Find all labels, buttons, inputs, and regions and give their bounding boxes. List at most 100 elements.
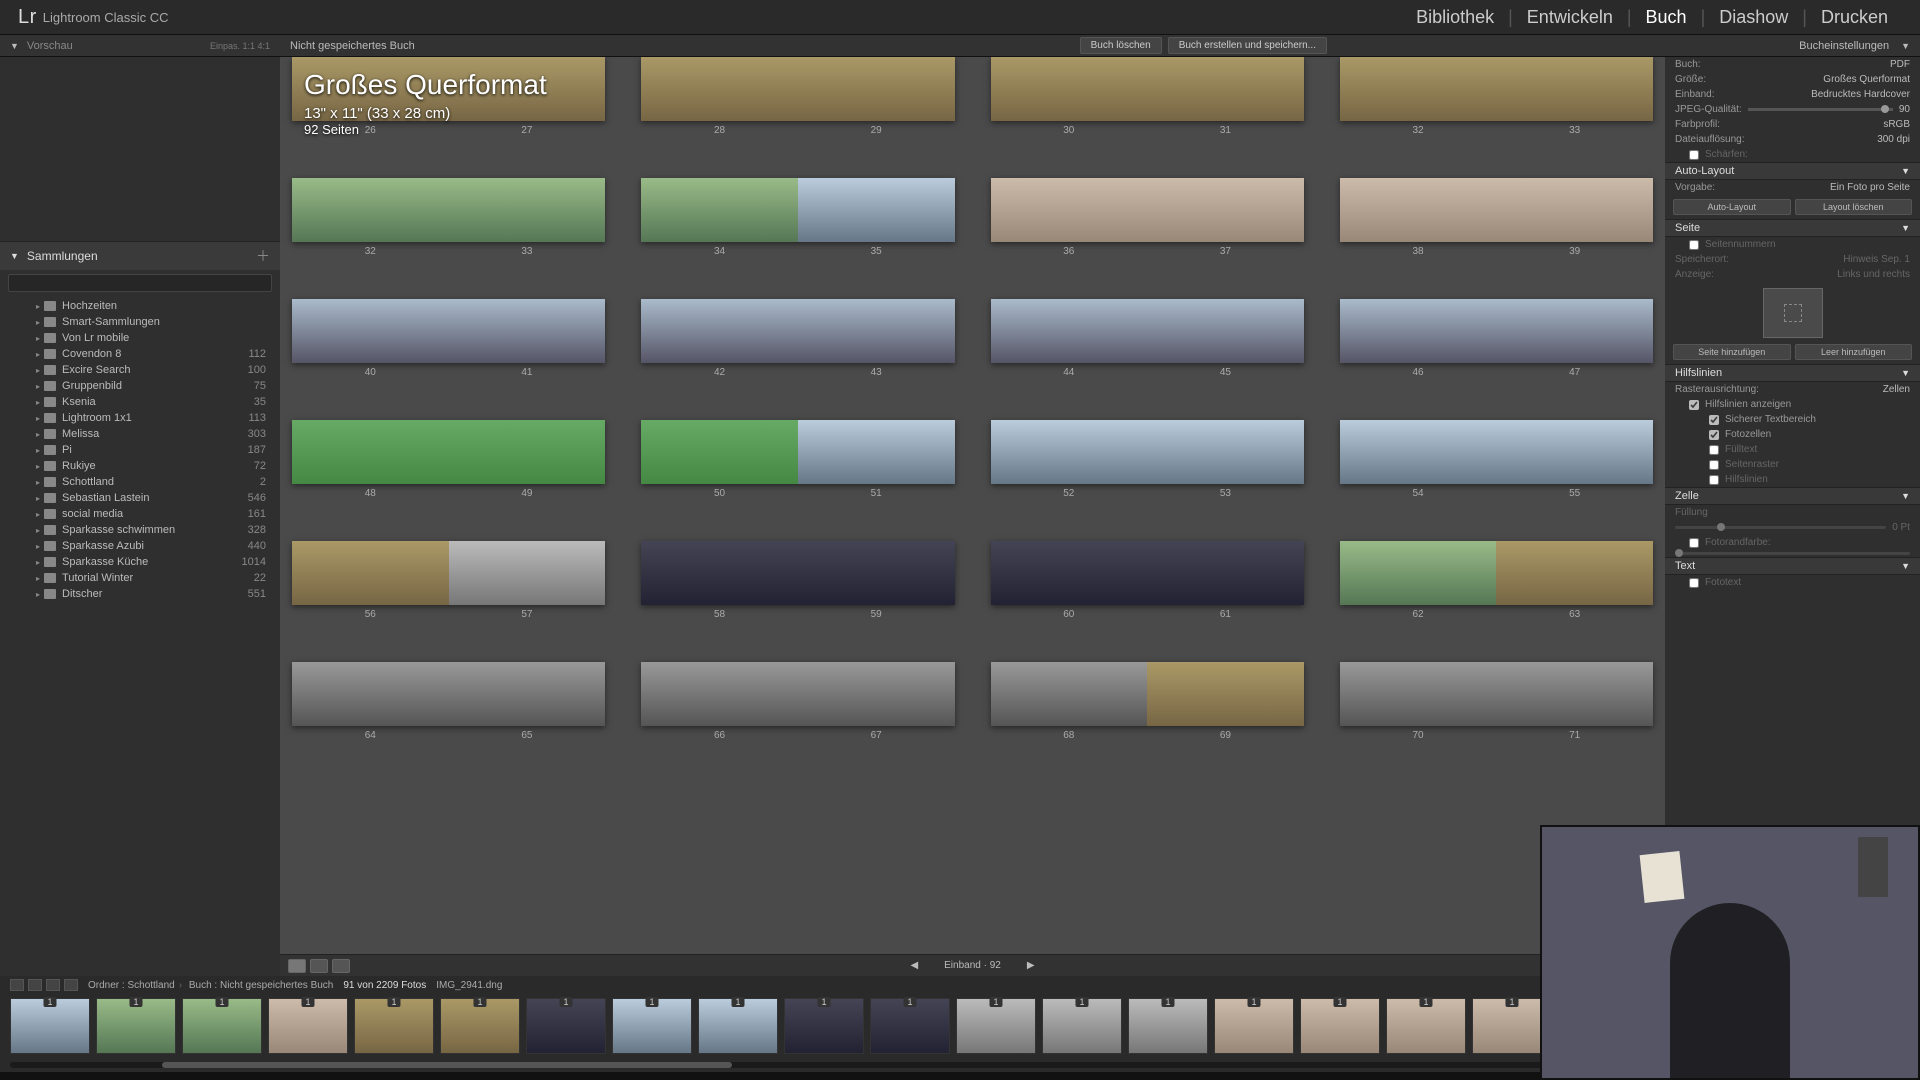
cell-header[interactable]: Zelle▼ bbox=[1665, 487, 1920, 505]
view-mode-switch[interactable] bbox=[288, 959, 350, 973]
guide-option[interactable]: Sicherer Textbereich bbox=[1665, 412, 1920, 427]
filmstrip-thumb[interactable]: 1 bbox=[1214, 998, 1294, 1054]
book-spread[interactable]: 3233 bbox=[1340, 57, 1653, 136]
filmstrip-thumb[interactable]: 1 bbox=[870, 998, 950, 1054]
back-icon[interactable] bbox=[46, 979, 60, 991]
book-spread[interactable]: 3839 bbox=[1340, 178, 1653, 257]
book-spread[interactable]: 6667 bbox=[641, 662, 954, 741]
filmstrip-thumb[interactable]: 1 bbox=[1300, 998, 1380, 1054]
page-numbers-toggle[interactable]: Seitennummern bbox=[1665, 237, 1920, 252]
collection-row[interactable]: ▸Sparkasse Azubi440 bbox=[0, 538, 280, 554]
zoom-levels[interactable]: Einpas. 1:1 4:1 bbox=[210, 41, 270, 51]
book-spread[interactable]: 3637 bbox=[991, 178, 1304, 257]
collection-row[interactable]: ▸Sparkasse schwimmen328 bbox=[0, 522, 280, 538]
book-spread[interactable]: 6263 bbox=[1340, 541, 1653, 620]
book-spread[interactable]: 5051 bbox=[641, 420, 954, 499]
book-spread[interactable]: 4041 bbox=[292, 299, 605, 378]
add-page-button[interactable]: Seite hinzufügen bbox=[1673, 344, 1791, 360]
sharpen-toggle[interactable]: Schärfen: bbox=[1665, 147, 1920, 162]
book-spread[interactable]: 5657 bbox=[292, 541, 605, 620]
guides-header[interactable]: Hilfslinien▼ bbox=[1665, 364, 1920, 382]
page-template-preview[interactable] bbox=[1763, 288, 1823, 338]
setting-row[interactable]: Dateiauflösung:300 dpi bbox=[1665, 132, 1920, 147]
prev-page-button[interactable]: ◀ bbox=[900, 960, 928, 971]
book-spread[interactable]: 7071 bbox=[1340, 662, 1653, 741]
save-book-button[interactable]: Buch erstellen und speichern... bbox=[1168, 37, 1327, 54]
collection-row[interactable]: ▸social media161 bbox=[0, 506, 280, 522]
module-print[interactable]: Drucken bbox=[1807, 7, 1902, 28]
collection-row[interactable]: ▸Hochzeiten bbox=[0, 298, 280, 314]
collection-row[interactable]: ▸Sparkasse Küche1014 bbox=[0, 554, 280, 570]
collection-row[interactable]: ▸Lightroom 1x1113 bbox=[0, 410, 280, 426]
guide-option[interactable]: Seitenraster bbox=[1665, 457, 1920, 472]
collection-row[interactable]: ▸Rukiye72 bbox=[0, 458, 280, 474]
clear-layout-button[interactable]: Layout löschen bbox=[1795, 199, 1913, 215]
book-spread[interactable]: 5253 bbox=[991, 420, 1304, 499]
module-develop[interactable]: Entwickeln bbox=[1513, 7, 1627, 28]
guide-option[interactable]: Fülltext bbox=[1665, 442, 1920, 457]
collection-row[interactable]: ▸Tutorial Winter22 bbox=[0, 570, 280, 586]
filmstrip-thumb[interactable]: 1 bbox=[96, 998, 176, 1054]
book-settings-header[interactable]: Bucheinstellungen bbox=[1799, 40, 1889, 52]
collection-row[interactable]: ▸Pi187 bbox=[0, 442, 280, 458]
collection-row[interactable]: ▸Gruppenbild75 bbox=[0, 378, 280, 394]
filmstrip-thumb[interactable]: 1 bbox=[784, 998, 864, 1054]
page-header[interactable]: Seite▼ bbox=[1665, 219, 1920, 237]
guide-option[interactable]: Fotozellen bbox=[1665, 427, 1920, 442]
book-spread[interactable]: 4243 bbox=[641, 299, 954, 378]
book-spread[interactable]: 3435 bbox=[641, 178, 954, 257]
setting-row[interactable]: Größe:Großes Querformat bbox=[1665, 72, 1920, 87]
collection-row[interactable]: ▸Ditscher551 bbox=[0, 586, 280, 602]
filmstrip-thumb[interactable]: 1 bbox=[268, 998, 348, 1054]
collection-row[interactable]: ▸Covendon 8112 bbox=[0, 346, 280, 362]
single-page-view-icon[interactable] bbox=[332, 959, 350, 973]
filmstrip-thumb[interactable]: 1 bbox=[526, 998, 606, 1054]
text-header[interactable]: Text▼ bbox=[1665, 557, 1920, 575]
collections-header[interactable]: ▼ Sammlungen ＋ bbox=[0, 242, 280, 270]
show-guides-toggle[interactable]: Hilfslinien anzeigen bbox=[1665, 397, 1920, 412]
filmstrip-thumb[interactable]: 1 bbox=[182, 998, 262, 1054]
filmstrip-thumb[interactable]: 1 bbox=[440, 998, 520, 1054]
filmstrip-breadcrumb[interactable]: Ordner : Schottland› Buch : Nicht gespei… bbox=[88, 980, 333, 991]
book-spread[interactable]: 3233 bbox=[292, 178, 605, 257]
collections-filter-input[interactable] bbox=[8, 274, 272, 292]
add-blank-button[interactable]: Leer hinzufügen bbox=[1795, 344, 1913, 360]
collection-row[interactable]: ▸Von Lr mobile bbox=[0, 330, 280, 346]
auto-layout-header[interactable]: Auto-Layout▼ bbox=[1665, 162, 1920, 180]
filmstrip-thumb[interactable]: 1 bbox=[10, 998, 90, 1054]
book-spread[interactable]: 4647 bbox=[1340, 299, 1653, 378]
next-page-button[interactable]: ▶ bbox=[1017, 960, 1045, 971]
collection-row[interactable]: ▸Ksenia35 bbox=[0, 394, 280, 410]
delete-book-button[interactable]: Buch löschen bbox=[1080, 37, 1162, 54]
auto-layout-button[interactable]: Auto-Layout bbox=[1673, 199, 1791, 215]
book-spread[interactable]: 3031 bbox=[991, 57, 1304, 136]
grid-icon[interactable] bbox=[10, 979, 24, 991]
setting-row[interactable]: JPEG-Qualität:90 bbox=[1665, 102, 1920, 117]
forward-icon[interactable] bbox=[64, 979, 78, 991]
chevron-down-icon[interactable]: ▼ bbox=[10, 41, 19, 51]
filmstrip-thumb[interactable]: 1 bbox=[956, 998, 1036, 1054]
setting-row[interactable]: Farbprofil:sRGB bbox=[1665, 117, 1920, 132]
book-spread[interactable]: 5859 bbox=[641, 541, 954, 620]
filmstrip-thumb[interactable]: 1 bbox=[1042, 998, 1122, 1054]
module-book[interactable]: Buch bbox=[1632, 7, 1701, 28]
book-spread[interactable]: 6869 bbox=[991, 662, 1304, 741]
collection-row[interactable]: ▸Sebastian Lastein546 bbox=[0, 490, 280, 506]
filmstrip-thumb[interactable]: 1 bbox=[1128, 998, 1208, 1054]
filmstrip-thumb[interactable]: 1 bbox=[698, 998, 778, 1054]
book-spread[interactable]: 4445 bbox=[991, 299, 1304, 378]
module-library[interactable]: Bibliothek bbox=[1402, 7, 1508, 28]
book-spread[interactable]: 6061 bbox=[991, 541, 1304, 620]
collection-row[interactable]: ▸Smart-Sammlungen bbox=[0, 314, 280, 330]
chevron-down-icon[interactable]: ▼ bbox=[1901, 41, 1910, 51]
photo-border-toggle[interactable]: Fotorandfarbe: bbox=[1665, 535, 1920, 550]
cell-padding-slider[interactable]: 0 Pt bbox=[1665, 520, 1920, 535]
book-spread[interactable]: 4849 bbox=[292, 420, 605, 499]
filmstrip-thumb[interactable]: 1 bbox=[354, 998, 434, 1054]
setting-row[interactable]: Einband:Bedrucktes Hardcover bbox=[1665, 87, 1920, 102]
filmstrip-thumb[interactable]: 1 bbox=[612, 998, 692, 1054]
grid-view-icon[interactable] bbox=[288, 959, 306, 973]
book-spread[interactable]: 5455 bbox=[1340, 420, 1653, 499]
filmstrip-thumb[interactable]: 1 bbox=[1386, 998, 1466, 1054]
book-spread[interactable]: 6465 bbox=[292, 662, 605, 741]
